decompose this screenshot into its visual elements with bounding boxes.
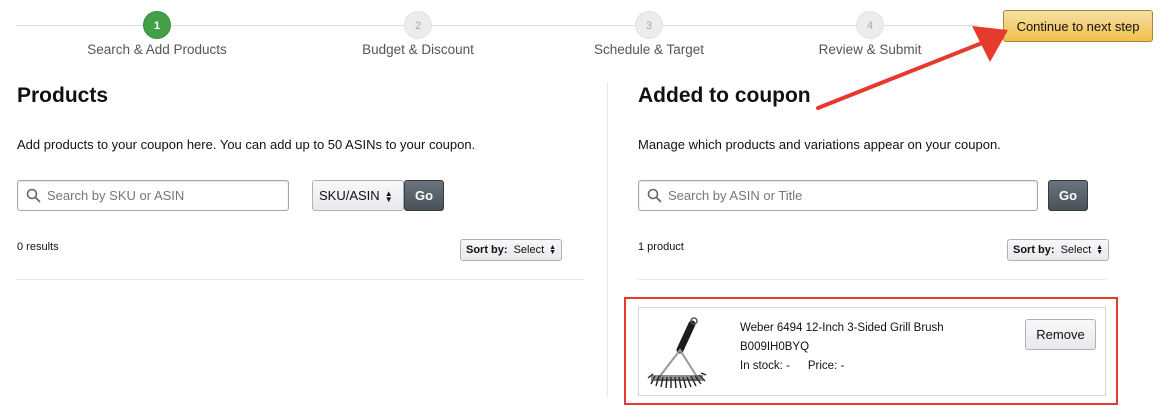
step-search-add-products[interactable]: 1 Search & Add Products	[57, 11, 257, 57]
select-caret-icon: ▲ ▼	[1096, 244, 1104, 257]
sort-value: Select	[513, 244, 545, 256]
remove-button[interactable]: Remove	[1025, 319, 1096, 350]
sort-label: Sort by:	[1013, 244, 1055, 256]
divider-line	[17, 279, 584, 280]
select-caret-icon: ▲ ▼	[549, 244, 557, 257]
divider-line	[638, 279, 1106, 280]
step-number: 1	[143, 11, 171, 39]
step-label: Schedule & Target	[593, 42, 705, 57]
grill-brush-image	[647, 317, 707, 389]
product-meta: In stock: - Price: -	[740, 360, 844, 372]
step-label: Budget & Discount	[362, 42, 474, 57]
continue-button[interactable]: Continue to next step	[1003, 10, 1153, 42]
coupon-go-button[interactable]: Go	[1048, 180, 1088, 211]
product-count: 1 product	[638, 241, 684, 253]
search-icon	[647, 188, 662, 203]
step-review-submit[interactable]: 4 Review & Submit	[770, 11, 970, 57]
results-count: 0 results	[17, 241, 59, 253]
products-title: Products	[17, 84, 109, 107]
step-schedule-target[interactable]: 3 Schedule & Target	[549, 11, 749, 57]
step-label: Search & Add Products	[87, 42, 227, 57]
stock-label: In stock:	[740, 360, 783, 372]
products-sort-select[interactable]: Sort by: Select ▲ ▼	[460, 239, 563, 261]
sku-search-input[interactable]	[47, 182, 283, 209]
search-type-select[interactable]: SKU/ASIN ▲ ▼	[312, 180, 404, 211]
coupon-description: Manage which products and variations app…	[638, 137, 1001, 152]
price-label: Price:	[807, 360, 838, 372]
step-label: Review & Submit	[818, 42, 922, 57]
step-number: 2	[404, 11, 432, 39]
search-type-value: SKU/ASIN	[319, 188, 380, 203]
product-title: Weber 6494 12-Inch 3-Sided Grill Brush	[740, 322, 944, 334]
products-description: Add products to your coupon here. You ca…	[17, 137, 476, 152]
stock-value: -	[786, 360, 790, 372]
coupon-panel: Added to coupon Manage which products an…	[638, 80, 1114, 280]
coupon-search-input[interactable]	[668, 182, 1032, 209]
product-asin: B009IH0BYQ	[740, 341, 810, 353]
select-caret-icon: ▲ ▼	[384, 188, 393, 204]
sort-label: Sort by:	[466, 244, 508, 256]
coupon-search-box[interactable]	[638, 180, 1038, 211]
coupon-product-item: Weber 6494 12-Inch 3-Sided Grill Brush B…	[638, 307, 1106, 396]
step-number: 4	[856, 11, 884, 39]
progress-stepper: 1 Search & Add Products 2 Budget & Disco…	[0, 0, 990, 70]
column-divider	[607, 82, 608, 397]
products-go-button[interactable]: Go	[404, 180, 444, 211]
products-panel: Products Add products to your coupon her…	[17, 80, 584, 280]
coupon-title: Added to coupon	[638, 84, 811, 107]
step-budget-discount[interactable]: 2 Budget & Discount	[318, 11, 518, 57]
search-icon	[26, 188, 41, 203]
sort-value: Select	[1060, 244, 1092, 256]
coupon-sort-select[interactable]: Sort by: Select ▲ ▼	[1007, 239, 1110, 261]
sku-search-box[interactable]	[17, 180, 289, 211]
price-value: -	[840, 360, 845, 372]
step-number: 3	[635, 11, 663, 39]
